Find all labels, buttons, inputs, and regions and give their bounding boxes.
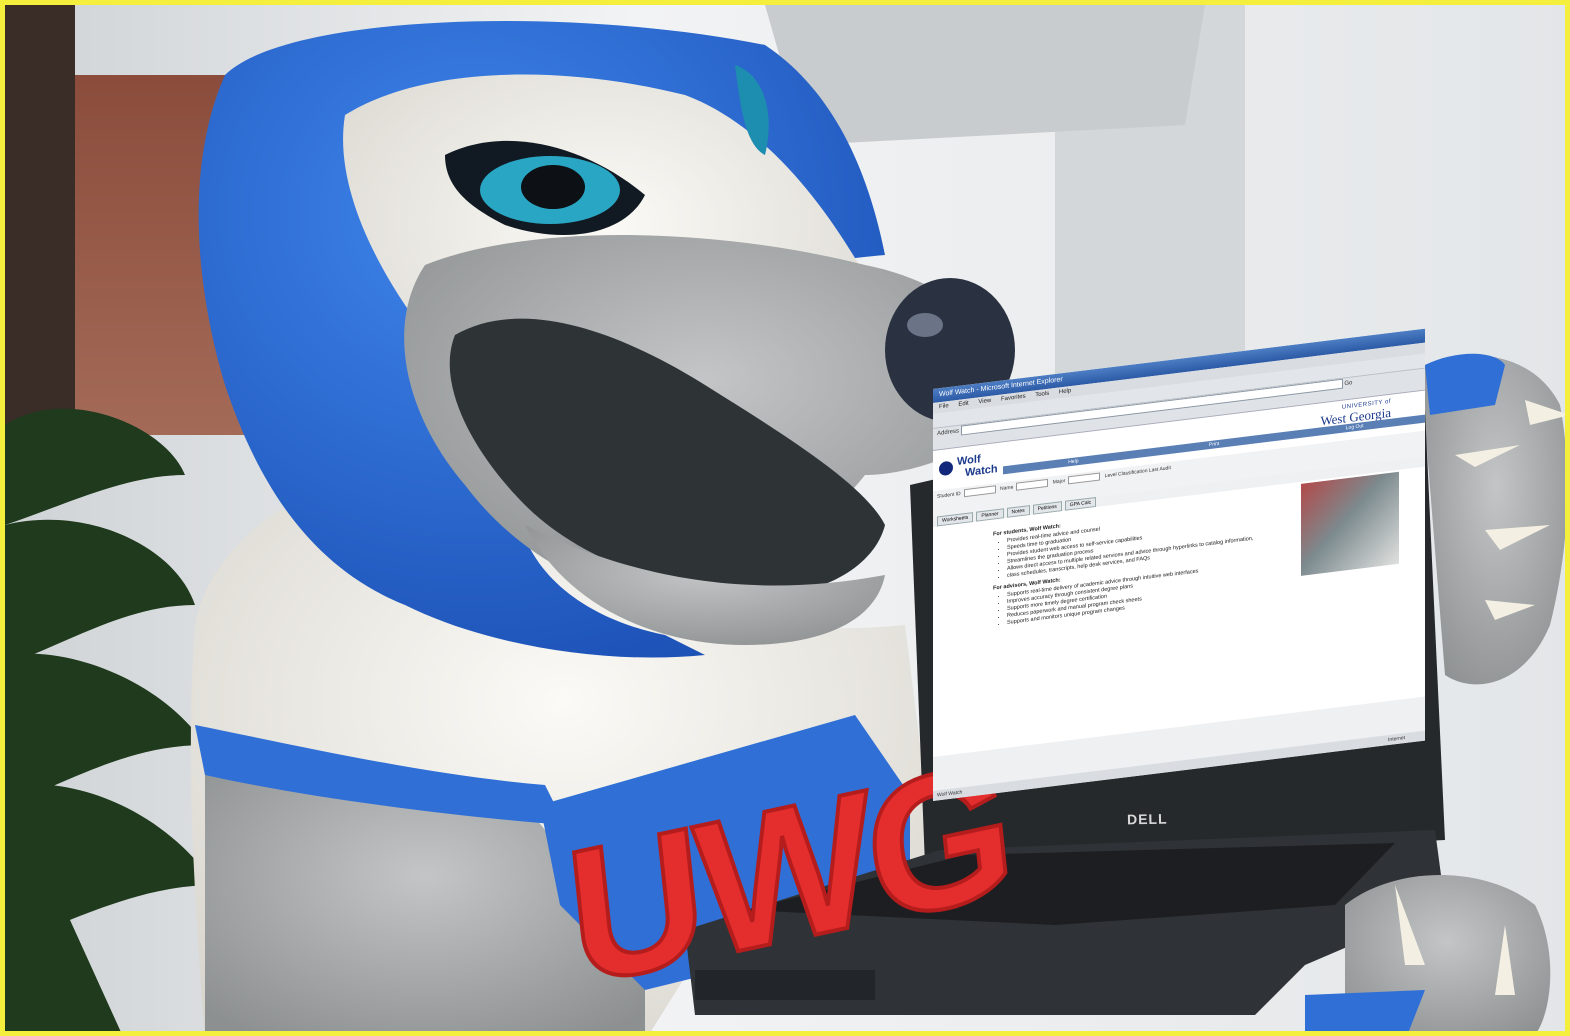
menu-view[interactable]: View	[978, 398, 991, 406]
laptop-screen: Wolf Watch - Microsoft Internet Explorer…	[933, 328, 1425, 801]
level-label: Level	[1104, 471, 1117, 480]
go-button[interactable]: Go	[1344, 380, 1352, 387]
nose-highlight	[907, 313, 943, 337]
address-label: Address	[937, 428, 960, 438]
menu-file[interactable]: File	[939, 403, 949, 410]
menu-help[interactable]: Help	[1059, 388, 1071, 396]
paw-icon	[939, 460, 953, 477]
menu-tools[interactable]: Tools	[1035, 391, 1049, 399]
classification-label: Classification	[1118, 467, 1148, 478]
laptop-brand-logo: DELL	[1126, 810, 1168, 828]
wolfwatch-logo: Wolf Watch	[939, 451, 999, 484]
student-id-field[interactable]	[963, 485, 996, 498]
name-field[interactable]	[1016, 478, 1049, 491]
name-label: Name	[1000, 484, 1014, 493]
dark-doorway	[5, 5, 75, 425]
major-field[interactable]	[1068, 472, 1101, 485]
photo-frame: UWG DELL Wolf Watch - Microsoft Internet…	[0, 0, 1570, 1036]
major-label: Major	[1052, 478, 1066, 486]
status-zone: Internet	[1388, 735, 1405, 744]
menu-favorites[interactable]: Favorites	[1001, 394, 1026, 403]
last-audit-label: Last Audit	[1148, 465, 1171, 474]
logo-text-watch: Watch	[965, 463, 998, 480]
menu-edit[interactable]: Edit	[958, 401, 968, 408]
status-text: Wolf Watch	[937, 789, 963, 799]
diploma-image	[1301, 471, 1399, 576]
student-id-label: Student ID	[937, 490, 961, 500]
paw-lower-cuff	[1305, 990, 1425, 1031]
mascot-pupil	[521, 165, 585, 209]
